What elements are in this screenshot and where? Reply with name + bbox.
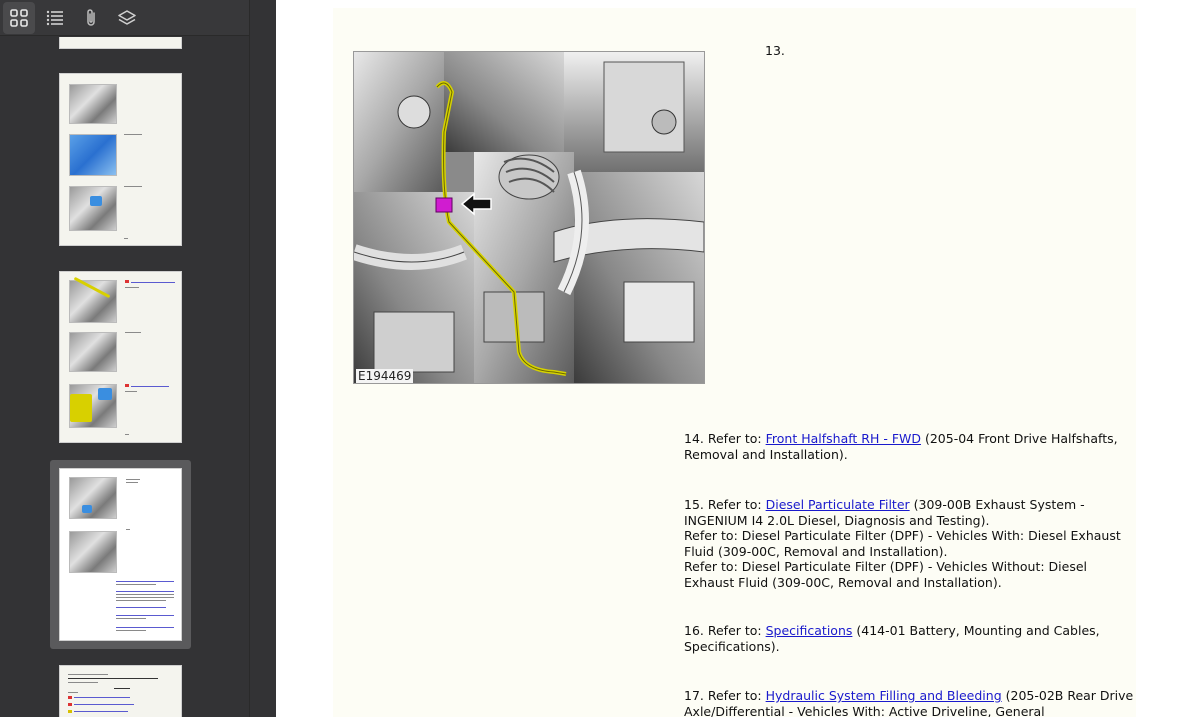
sidebar-toolbar <box>0 0 249 36</box>
step-15-line2: Refer to: Diesel Particulate Filter (DPF… <box>684 528 1121 559</box>
link-front-halfshaft[interactable]: Front Halfshaft RH - FWD <box>766 431 921 446</box>
step-15-line3: Refer to: Diesel Particulate Filter (DPF… <box>684 559 1088 590</box>
page-thumbnail-current[interactable] <box>59 468 182 641</box>
engine-illustration: E194469 <box>353 51 705 384</box>
link-diesel-particulate-filter[interactable]: Diesel Particulate Filter <box>766 497 910 512</box>
step-16: 16. Refer to: Specifications (414-01 Bat… <box>684 623 1134 654</box>
page-thumbnail[interactable] <box>59 271 182 443</box>
page-thumbnail[interactable] <box>59 73 182 246</box>
thumbnail-list[interactable] <box>0 37 249 717</box>
engine-diagram-image <box>354 52 704 383</box>
list-icon <box>46 10 63 26</box>
grid-icon <box>10 9 28 27</box>
step-15: 15. Refer to: Diesel Particulate Filter … <box>684 497 1134 590</box>
step-16-prefix: 16. Refer to: <box>684 623 766 638</box>
step-14: 14. Refer to: Front Halfshaft RH - FWD (… <box>684 431 1134 462</box>
step-15-prefix: 15. Refer to: <box>684 497 766 512</box>
outline-button[interactable] <box>39 2 71 34</box>
thumbnail-sidebar <box>0 0 276 717</box>
page-thumbnail[interactable] <box>59 37 182 49</box>
link-hydraulic-system-filling[interactable]: Hydraulic System Filling and Bleeding <box>766 688 1002 703</box>
sidebar-divider[interactable] <box>249 0 250 717</box>
link-specifications[interactable]: Specifications <box>766 623 853 638</box>
thumbnails-button[interactable] <box>3 2 35 34</box>
page-thumbnail[interactable] <box>59 665 182 717</box>
layers-icon <box>118 10 136 25</box>
step-17-prefix: 17. Refer to: <box>684 688 766 703</box>
figure-label: E194469 <box>356 369 414 383</box>
step-13-number: 13. <box>765 43 785 58</box>
step-17: 17. Refer to: Hydraulic System Filling a… <box>684 688 1134 717</box>
paperclip-icon <box>87 9 95 26</box>
layers-button[interactable] <box>111 2 143 34</box>
attachments-button[interactable] <box>75 2 107 34</box>
step-14-prefix: 14. Refer to: <box>684 431 766 446</box>
